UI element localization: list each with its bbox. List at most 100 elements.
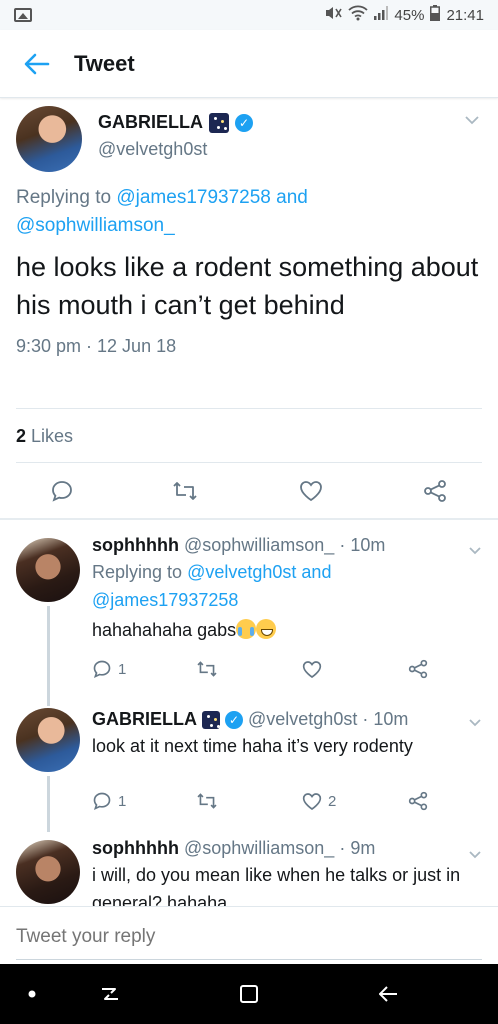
- top-app-bar: Tweet: [0, 30, 498, 98]
- like-button[interactable]: [294, 474, 328, 508]
- wifi-icon: [348, 5, 369, 25]
- recent-apps-button[interactable]: [80, 964, 140, 1024]
- reply-time: · 10m: [362, 709, 409, 729]
- reply-text: hahahahaha gabs: [92, 616, 468, 644]
- share-icon: [424, 480, 446, 502]
- retweet-icon: [197, 793, 217, 809]
- reply-tweet[interactable]: sophhhhh @sophwilliamson_ · 10m Replying…: [0, 520, 498, 702]
- share-button[interactable]: [408, 788, 428, 814]
- retweet-icon: [197, 661, 217, 677]
- retweet-button[interactable]: [196, 656, 218, 682]
- reply-display-name[interactable]: GABRIELLA: [92, 709, 197, 730]
- battery-percent: 45%: [394, 6, 425, 24]
- signal-icon: [374, 6, 389, 24]
- night-sky-emoji-icon: [209, 112, 229, 133]
- avatar[interactable]: [16, 708, 80, 772]
- likes-count[interactable]: 2 Likes: [16, 426, 73, 447]
- heart-icon: [302, 660, 322, 678]
- back-icon: [379, 986, 397, 1002]
- verified-badge-icon: ✓: [235, 113, 253, 132]
- divider: [16, 408, 482, 409]
- tweet-actions: [0, 474, 498, 508]
- mute-icon: [324, 5, 343, 25]
- reply-button[interactable]: [45, 474, 79, 508]
- user-handle[interactable]: @velvetgh0st: [98, 139, 482, 160]
- reply-time: · 9m: [339, 838, 376, 858]
- status-bar: 45% 21:41: [0, 0, 498, 30]
- tweet-text: he looks like a rodent something about h…: [16, 252, 479, 320]
- tweet-timestamp: 9:30 pm · 12 Jun 18: [16, 336, 177, 356]
- reply-input[interactable]: [16, 921, 482, 953]
- system-nav-bar: [0, 964, 498, 1024]
- chevron-down-icon[interactable]: [468, 542, 482, 559]
- mention-link[interactable]: @james17937258: [116, 187, 271, 208]
- battery-icon: [430, 5, 441, 25]
- chevron-down-icon[interactable]: [464, 112, 480, 130]
- reply-display-name[interactable]: sophhhhh: [92, 535, 179, 556]
- reply-button[interactable]: 1: [92, 656, 126, 682]
- avatar[interactable]: [16, 106, 82, 172]
- reply-handle[interactable]: @sophwilliamson_: [184, 535, 334, 556]
- page-title: Tweet: [74, 50, 135, 76]
- image-notification-icon: [14, 8, 32, 22]
- dot-icon: [28, 990, 36, 998]
- reply-time: · 10m: [339, 535, 386, 555]
- share-button[interactable]: [408, 656, 428, 682]
- reply-count: 1: [118, 660, 127, 678]
- mention-link[interactable]: @sophwilliamson_: [16, 215, 175, 236]
- thread-line: [47, 702, 50, 706]
- mention-link[interactable]: @james17937258: [92, 590, 238, 610]
- avatar[interactable]: [16, 538, 80, 602]
- reply-button[interactable]: 1: [92, 788, 126, 814]
- avatar[interactable]: [16, 840, 80, 904]
- reply-icon: [93, 792, 111, 811]
- input-underline: [16, 959, 482, 960]
- chevron-down-icon[interactable]: [468, 846, 482, 863]
- reply-icon: [52, 481, 72, 502]
- mention-link[interactable]: @velvetgh0st: [187, 562, 296, 582]
- home-icon: [240, 985, 258, 1003]
- back-button[interactable]: [0, 30, 74, 98]
- night-sky-emoji-icon: [202, 710, 220, 729]
- reply-icon: [93, 660, 111, 679]
- share-button[interactable]: [418, 474, 452, 508]
- reply-handle[interactable]: @sophwilliamson_: [184, 838, 334, 859]
- clock: 21:41: [446, 6, 484, 24]
- heart-icon: [300, 481, 322, 502]
- reply-handle[interactable]: @velvetgh0st: [248, 709, 357, 730]
- back-arrow-icon: [24, 53, 50, 74]
- reply-actions: 1 2: [92, 788, 472, 814]
- heart-icon: [302, 792, 322, 810]
- retweet-button[interactable]: [196, 788, 218, 814]
- verified-badge-icon: ✓: [225, 710, 243, 729]
- reply-display-name[interactable]: sophhhhh: [92, 838, 179, 859]
- display-name[interactable]: GABRIELLA: [98, 112, 203, 133]
- grinning-face-emoji-icon: [256, 619, 277, 639]
- thread-line: [47, 776, 50, 832]
- thread-line: [47, 606, 50, 702]
- like-button[interactable]: 2: [302, 788, 336, 814]
- share-icon: [408, 659, 428, 679]
- home-button[interactable]: [219, 964, 279, 1024]
- retweet-icon: [173, 482, 197, 500]
- reply-tweet[interactable]: GABRIELLA ✓ @velvetgh0st · 10m look at i…: [0, 702, 498, 832]
- recent-apps-icon: [102, 988, 118, 1000]
- like-count: 2: [328, 792, 337, 810]
- retweet-button[interactable]: [168, 474, 202, 508]
- main-tweet: GABRIELLA ✓ @velvetgh0st Replying to @ja…: [0, 98, 498, 518]
- system-back-button[interactable]: [358, 964, 418, 1024]
- reply-tweet[interactable]: sophhhhh @sophwilliamson_ · 9m i will, d…: [0, 830, 498, 906]
- reply-text: i will, do you mean like when he talks o…: [92, 865, 461, 906]
- divider: [16, 462, 482, 463]
- crying-face-emoji-icon: [236, 619, 257, 639]
- reply-count: 1: [118, 792, 127, 810]
- nav-dot-button[interactable]: [2, 964, 62, 1024]
- reply-text: look at it next time haha it’s very rode…: [92, 736, 413, 756]
- replying-to: Replying to @james17937258 and @sophwill…: [16, 187, 308, 236]
- share-icon: [408, 791, 428, 811]
- like-button[interactable]: [302, 656, 322, 682]
- reply-actions: 1: [92, 656, 472, 682]
- replying-to: Replying to @velvetgh0st and @james17937…: [92, 562, 332, 610]
- reply-composer: [0, 906, 498, 964]
- chevron-down-icon[interactable]: [468, 714, 482, 731]
